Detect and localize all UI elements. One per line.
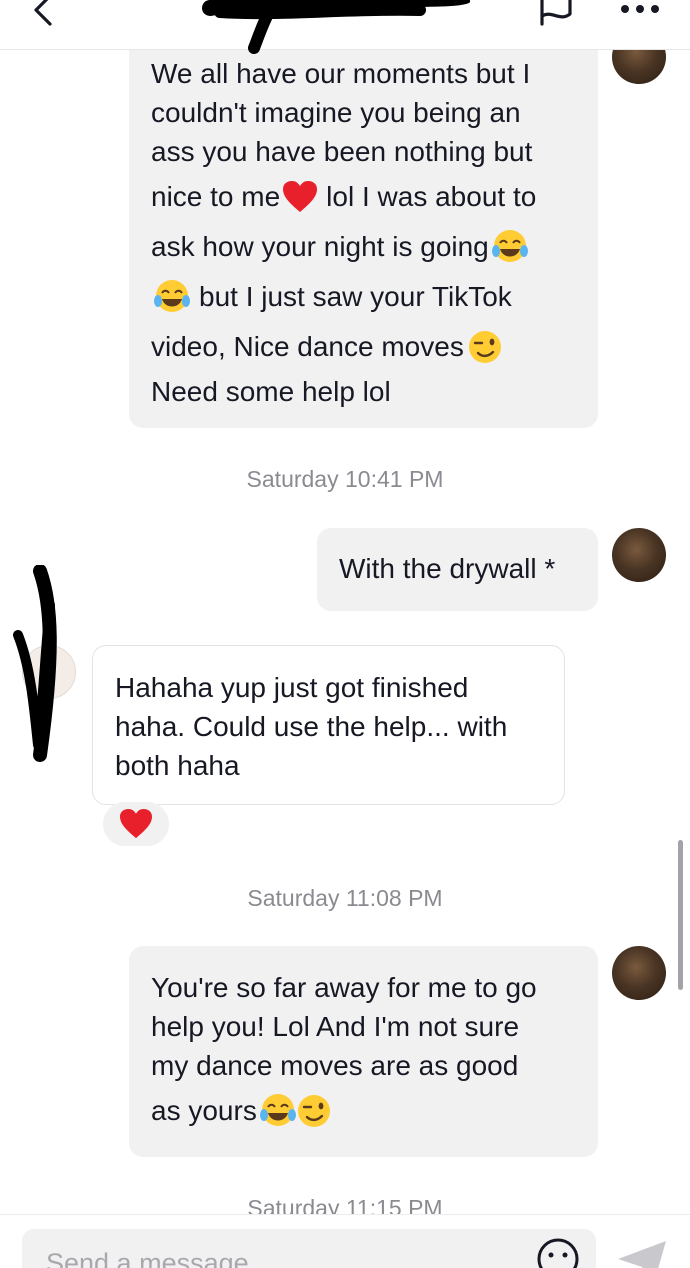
- chat-header: [0, 0, 690, 54]
- redaction-scribble: [13, 565, 57, 762]
- message-timestamp: Saturday 11:08 PM: [247, 885, 443, 911]
- tears-of-joy-emoji-icon: [259, 1094, 296, 1126]
- smiley-icon[interactable]: [534, 1235, 582, 1268]
- message-line: ask how your night is going: [151, 231, 489, 262]
- chevron-left-icon[interactable]: [24, 0, 64, 32]
- avatar[interactable]: [612, 528, 666, 582]
- message-text: With the drywall *: [339, 553, 556, 584]
- message-composer-bar: [0, 1214, 690, 1268]
- winking-face-emoji-icon: [468, 331, 501, 363]
- message-line: Need some help lol: [151, 376, 391, 407]
- message-line: You're so far away for me to go: [151, 972, 537, 1003]
- winking-face-emoji-icon: [297, 1095, 330, 1127]
- send-icon[interactable]: [614, 1235, 670, 1268]
- flag-icon[interactable]: [532, 0, 578, 34]
- message-bubble-incoming[interactable]: Hahaha yup just got finished haha. Could…: [92, 645, 565, 805]
- message-text: Hahaha yup just got finished haha. Could…: [115, 672, 508, 781]
- tears-of-joy-emoji-icon: [491, 230, 528, 262]
- message-line: We all have our moments but I: [151, 58, 531, 89]
- message-line: ass you have been nothing but: [151, 136, 533, 167]
- message-bubble-outgoing[interactable]: We all have our moments but I couldn't i…: [129, 30, 598, 428]
- message-line: my dance moves are as good: [151, 1050, 519, 1081]
- message-composer: [22, 1229, 596, 1268]
- more-icon[interactable]: [614, 0, 666, 22]
- scrollbar[interactable]: [678, 840, 683, 990]
- red-heart-emoji-icon: [120, 808, 152, 839]
- message-line: help you! Lol And I'm not sure: [151, 1011, 520, 1042]
- message-line: couldn't imagine you being an: [151, 97, 521, 128]
- message-bubble-outgoing[interactable]: You're so far away for me to go help you…: [129, 946, 598, 1157]
- message-timestamp: Saturday 10:41 PM: [246, 466, 444, 492]
- message-line: as yours: [151, 1095, 257, 1126]
- message-input[interactable]: [46, 1243, 526, 1268]
- message-bubble-outgoing[interactable]: With the drywall *: [317, 528, 598, 611]
- message-line: but I just saw your TikTok: [199, 281, 512, 312]
- message-line: nice to me: [151, 181, 281, 212]
- red-heart-emoji-icon: [283, 181, 318, 212]
- message-line: video, Nice dance moves: [151, 331, 464, 362]
- message-line: lol I was about to: [326, 181, 537, 212]
- avatar[interactable]: [612, 946, 666, 1000]
- tears-of-joy-emoji-icon: [154, 280, 190, 312]
- heart-reaction[interactable]: [103, 802, 169, 846]
- redaction-scribble: [202, 0, 470, 54]
